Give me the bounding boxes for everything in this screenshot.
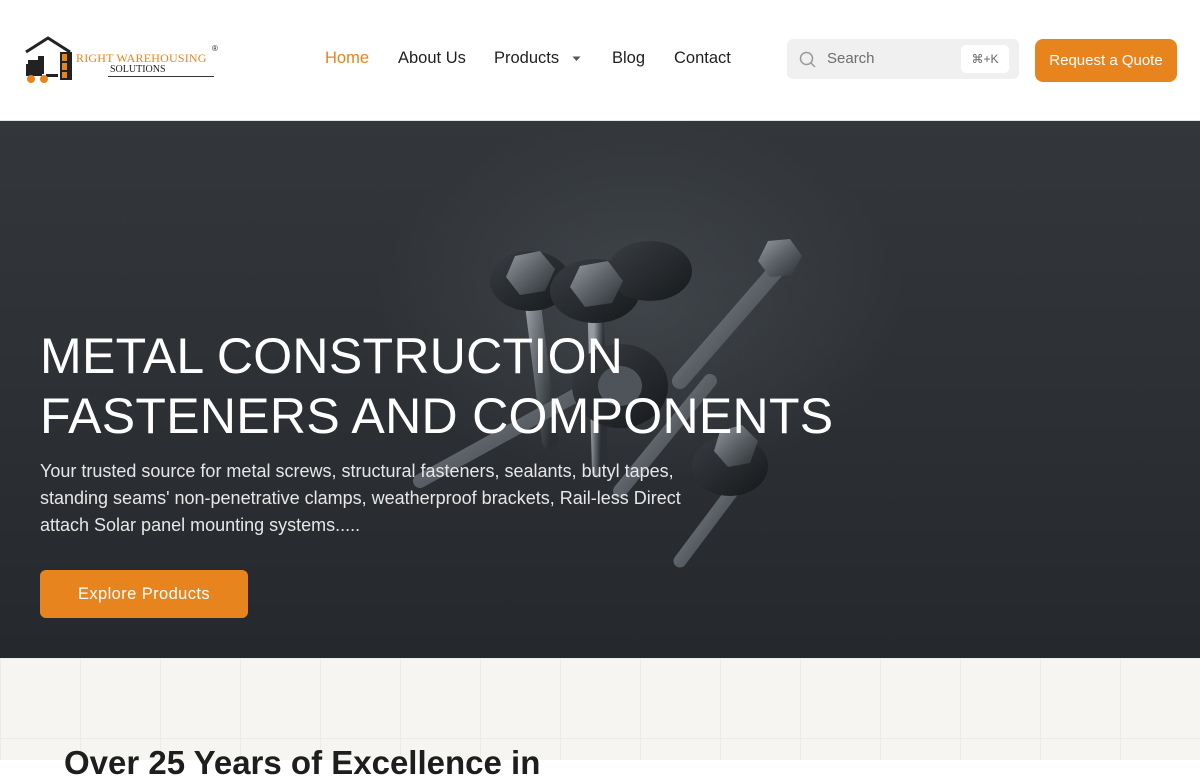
logo-subtitle: SOLUTIONS [110,64,166,75]
nav-about-us[interactable]: About Us [398,49,466,68]
chevron-down-icon[interactable] [571,54,582,64]
explore-products-button[interactable]: Explore Products [40,570,248,618]
search-icon [799,51,816,68]
hero-title-line-1: METAL CONSTRUCTION [40,328,624,384]
brand-logo[interactable]: RIGHT WAREHOUSING SOLUTIONS ® [24,34,224,86]
nav-contact[interactable]: Contact [674,49,731,68]
hero-section: METAL CONSTRUCTION FASTENERS AND COMPONE… [0,121,1200,658]
registered-mark: ® [212,44,218,53]
search-shortcut-badge: ⌘+K [961,45,1009,73]
nav-blog[interactable]: Blog [612,49,645,68]
request-quote-button[interactable]: Request a Quote [1035,39,1177,82]
section-title: Over 25 Years of Excellence in [64,744,541,781]
search-placeholder: Search [827,50,875,67]
logo-rule [108,76,214,77]
nav-home[interactable]: Home [325,49,369,68]
hero-description: Your trusted source for metal screws, st… [40,461,681,535]
warehouse-forklift-icon [25,36,72,83]
about-section: Over 25 Years of Excellence in [0,658,1200,781]
nav-products[interactable]: Products [494,49,559,68]
hero-title: METAL CONSTRUCTION FASTENERS AND COMPONE… [40,326,860,446]
hero-title-line-2: FASTENERS AND COMPONENTS [40,388,834,444]
search-box[interactable]: Search ⌘+K [787,39,1019,79]
site-header: RIGHT WAREHOUSING SOLUTIONS ® Home About… [0,0,1200,121]
